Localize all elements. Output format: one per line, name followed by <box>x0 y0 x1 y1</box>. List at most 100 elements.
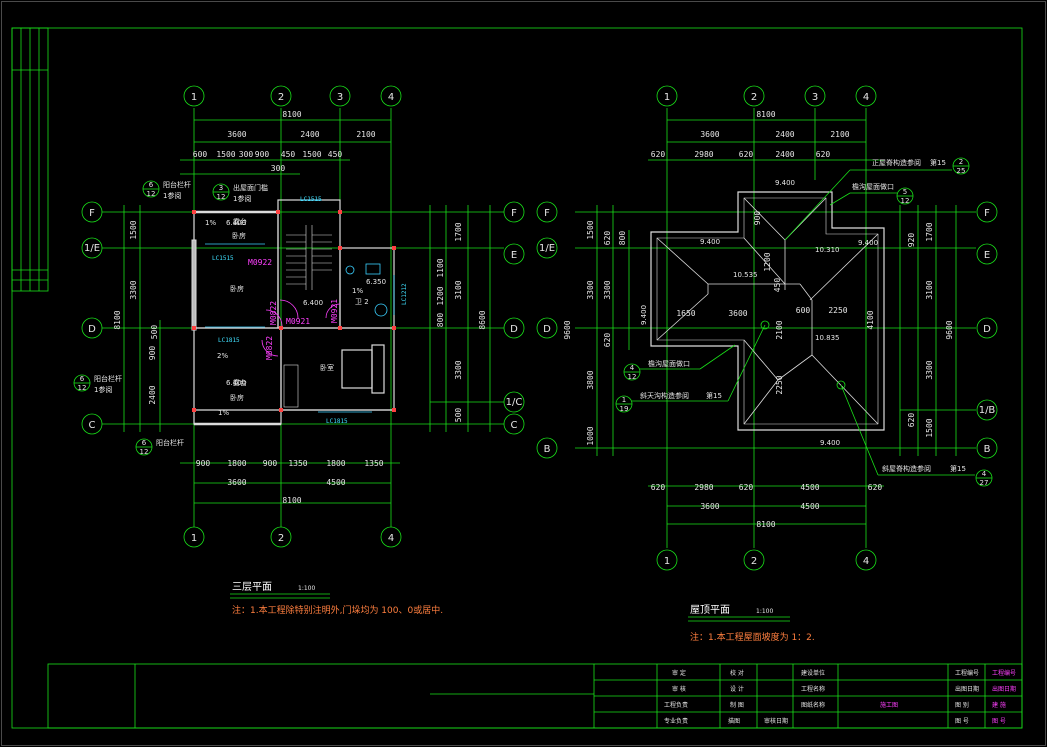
svg-text:1: 1 <box>664 92 670 103</box>
dims-top-right: 8100 3600 2400 2100 620 2980 620 2400 62… <box>651 110 850 159</box>
svg-text:900: 900 <box>263 459 278 468</box>
svg-text:1:100: 1:100 <box>756 608 773 615</box>
svg-text:1/E: 1/E <box>84 243 100 254</box>
svg-text:D: D <box>510 324 518 335</box>
svg-text:2100: 2100 <box>830 130 849 139</box>
svg-text:620: 620 <box>739 150 754 159</box>
svg-text:工程名称: 工程名称 <box>801 685 825 693</box>
svg-text:450: 450 <box>281 150 296 159</box>
svg-text:4500: 4500 <box>800 502 819 511</box>
svg-text:2: 2 <box>751 556 757 567</box>
svg-text:600: 600 <box>193 150 208 159</box>
svg-text:25: 25 <box>957 167 966 175</box>
svg-text:3300: 3300 <box>586 280 595 299</box>
svg-text:5: 5 <box>903 188 907 196</box>
svg-text:B: B <box>544 444 551 455</box>
svg-text:4: 4 <box>388 92 394 103</box>
svg-text:3100: 3100 <box>454 280 463 299</box>
svg-text:10.535: 10.535 <box>733 271 758 279</box>
svg-text:6.350: 6.350 <box>366 278 386 286</box>
svg-text:12: 12 <box>78 384 87 392</box>
svg-text:檐沟屋面做口: 檐沟屋面做口 <box>648 359 690 368</box>
svg-text:4: 4 <box>388 533 394 544</box>
svg-text:6: 6 <box>80 375 85 383</box>
svg-text:450: 450 <box>328 150 343 159</box>
svg-text:8100: 8100 <box>282 110 301 119</box>
svg-text:900: 900 <box>753 211 762 226</box>
svg-text:10.310: 10.310 <box>815 246 840 254</box>
svg-text:1500: 1500 <box>302 150 321 159</box>
svg-text:B: B <box>984 444 991 455</box>
svg-text:卧室: 卧室 <box>320 363 334 372</box>
svg-text:阳台栏杆: 阳台栏杆 <box>163 180 191 189</box>
svg-text:LC1515: LC1515 <box>300 196 322 203</box>
svg-text:620: 620 <box>816 150 831 159</box>
svg-text:1700: 1700 <box>454 222 463 241</box>
svg-text:斜天沟构造参阅: 斜天沟构造参阅 <box>640 391 689 400</box>
cad-drawing-canvas[interactable]: 1 2 3 4 1 2 4 F 1/E D C F E D 1/C C 8100… <box>0 0 1047 747</box>
svg-text:1%: 1% <box>218 409 229 417</box>
title-block[interactable]: 审 定 审 核 工程负责 专业负责 校 对 设 计 制 图 描图 审核日期 建设… <box>47 663 1023 729</box>
svg-text:1%: 1% <box>352 287 363 295</box>
svg-text:施工图: 施工图 <box>880 701 898 709</box>
svg-text:3600: 3600 <box>700 502 719 511</box>
svg-text:9.400: 9.400 <box>820 439 840 447</box>
svg-text:图 号: 图 号 <box>955 718 969 725</box>
svg-text:620: 620 <box>739 483 754 492</box>
svg-text:2400: 2400 <box>300 130 319 139</box>
svg-text:620: 620 <box>651 483 666 492</box>
svg-text:600: 600 <box>796 306 811 315</box>
svg-text:F: F <box>511 208 517 219</box>
svg-text:2: 2 <box>278 533 284 544</box>
svg-text:D: D <box>983 324 991 335</box>
svg-text:3: 3 <box>219 184 223 192</box>
svg-text:第15: 第15 <box>706 391 722 400</box>
svg-text:12: 12 <box>147 190 156 198</box>
dims-top-left: 8100 3600 2400 2100 600 1500 300 900 450… <box>193 110 376 173</box>
svg-text:3600: 3600 <box>728 309 747 318</box>
svg-text:6: 6 <box>149 181 154 189</box>
svg-text:注：1.本工程屋面坡度为 1：2.: 注：1.本工程屋面坡度为 1：2. <box>690 631 815 643</box>
svg-text:3300: 3300 <box>925 360 934 379</box>
svg-text:图纸名称: 图纸名称 <box>801 701 825 709</box>
svg-text:8100: 8100 <box>282 496 301 505</box>
svg-text:屋顶平面: 屋顶平面 <box>690 604 730 616</box>
svg-text:6: 6 <box>142 439 147 447</box>
roof-plan[interactable]: 1 2 3 4 1 2 4 F 1/E D B F E D 1/B B 8100… <box>536 85 998 643</box>
svg-text:2980: 2980 <box>694 483 713 492</box>
svg-text:1650: 1650 <box>676 309 695 318</box>
svg-text:500: 500 <box>454 408 463 423</box>
svg-text:8100: 8100 <box>113 310 122 329</box>
svg-text:1500: 1500 <box>129 220 138 239</box>
svg-text:1350: 1350 <box>288 459 307 468</box>
svg-text:620: 620 <box>603 333 612 348</box>
svg-text:F: F <box>89 208 95 219</box>
svg-text:1参阅: 1参阅 <box>233 194 251 203</box>
svg-text:E: E <box>511 250 517 261</box>
svg-text:2400: 2400 <box>775 130 794 139</box>
svg-text:4: 4 <box>630 364 635 372</box>
svg-text:2%: 2% <box>217 352 228 360</box>
svg-text:图 号: 图 号 <box>992 718 1006 725</box>
svg-text:3300: 3300 <box>129 280 138 299</box>
svg-text:300: 300 <box>271 164 286 173</box>
svg-text:建 施: 建 施 <box>992 701 1006 709</box>
svg-text:1/B: 1/B <box>979 405 996 416</box>
third-floor-plan[interactable]: 1 2 3 4 1 2 4 F 1/E D C F E D 1/C C 8100… <box>73 85 525 616</box>
svg-text:工程编号: 工程编号 <box>992 669 1016 677</box>
grid-bubbles-top-left: 1 2 3 4 <box>183 85 402 107</box>
svg-text:3600: 3600 <box>700 130 719 139</box>
svg-text:1200: 1200 <box>436 286 445 305</box>
svg-text:工程负责: 工程负责 <box>664 701 688 709</box>
svg-text:2: 2 <box>278 92 284 103</box>
grid-bubbles-bottom-left: 1 2 4 <box>183 526 402 548</box>
svg-text:8100: 8100 <box>756 110 775 119</box>
svg-text:1200: 1200 <box>763 252 772 271</box>
svg-text:卧房: 卧房 <box>232 231 246 240</box>
svg-text:450: 450 <box>773 278 782 293</box>
svg-text:920: 920 <box>907 233 916 248</box>
svg-text:2: 2 <box>751 92 757 103</box>
svg-text:注：1.本工程除特别注明外,门垛均为 100、0或居中: 注：1.本工程除特别注明外,门垛均为 100、0或居中. <box>232 604 443 616</box>
svg-text:出屋面门槛: 出屋面门槛 <box>233 183 268 192</box>
svg-text:D: D <box>88 324 96 335</box>
